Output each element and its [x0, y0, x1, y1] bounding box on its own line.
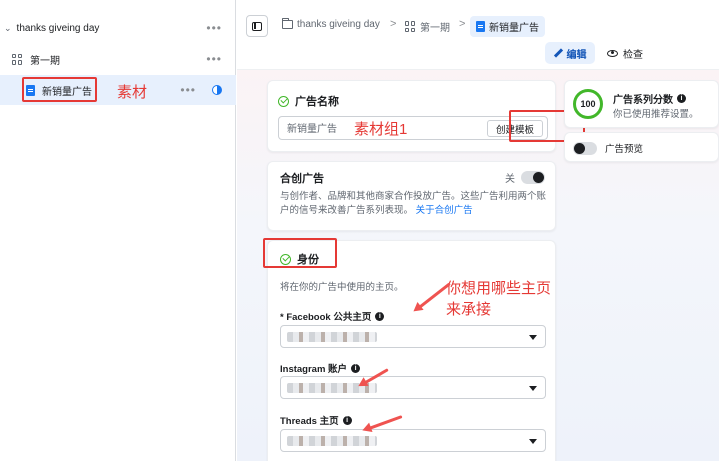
edit-button[interactable]: 编辑 — [545, 42, 595, 64]
sidebar: ⌄ thanks giveing day ••• 第一期 ••• 新销量广告 •… — [0, 0, 236, 461]
info-icon[interactable]: i — [677, 94, 686, 103]
redacted-threads-value — [287, 436, 377, 446]
breadcrumb-item-ad[interactable]: 新销量广告 — [470, 16, 545, 37]
caret-down-icon — [529, 386, 537, 391]
instagram-account-label-text: Instagram 账户 — [280, 364, 348, 375]
collab-description-text: 与创作者、品牌和其他商家合作投放广告。这些广告利用两个账户的信号来改善广告系列表… — [280, 191, 547, 216]
ad-name-title: 广告名称 — [278, 93, 339, 109]
annotation-material-group: 素材组1 — [354, 121, 408, 138]
collab-toggle[interactable]: 关 — [505, 170, 545, 185]
ad-preview-card: 广告预览 — [564, 132, 719, 162]
breadcrumb-separator: > — [459, 18, 466, 30]
check-circle-icon — [278, 95, 289, 107]
eye-icon — [607, 49, 618, 57]
identity-card: 身份 将在你的广告中使用的主页。 你想用哪些主页来承接 * Facebook 公… — [267, 240, 556, 461]
breadcrumb-label: 第一期 — [420, 23, 450, 34]
ad-set-icon — [405, 21, 416, 32]
main-editor: 广告名称 创建模板 素材组1 合创广告 关 与创作者、品牌和其他商家合作投放广告… — [237, 70, 719, 461]
collab-description: 与创作者、品牌和其他商家合作投放广告。这些广告利用两个账户的信号来改善广告系列表… — [280, 190, 548, 218]
more-options-icon[interactable]: ••• — [180, 83, 196, 97]
ad-set-icon — [12, 53, 23, 65]
chevron-down-icon[interactable]: ⌄ — [4, 23, 12, 34]
review-label: 检查 — [623, 49, 643, 61]
sidebar-item-adset[interactable]: 第一期 ••• — [0, 44, 236, 74]
collab-learn-more-link[interactable]: 关于合创广告 — [416, 205, 473, 216]
score-title: 广告系列分数 i — [613, 91, 686, 106]
campaign-score-card: 100 广告系列分数 i 你已使用推荐设置。 — [564, 80, 719, 128]
info-icon[interactable]: i — [342, 415, 352, 425]
caret-down-icon — [529, 439, 537, 444]
collab-switch[interactable] — [521, 171, 545, 184]
annotation-box-ad — [22, 77, 97, 102]
score-title-text: 广告系列分数 — [613, 95, 673, 106]
collab-ads-card: 合创广告 关 与创作者、品牌和其他商家合作投放广告。这些广告利用两个账户的信号来… — [267, 161, 556, 231]
threads-page-label: Threads 主页 i — [280, 413, 352, 427]
breadcrumb-item-campaign[interactable]: thanks giveing day — [282, 18, 380, 30]
top-bar: thanks giveing day > 第一期 > 新销量广告 编辑 检查 — [237, 0, 719, 70]
score-subtitle: 你已使用推荐设置。 — [613, 109, 699, 120]
status-half-circle-icon[interactable] — [212, 85, 222, 95]
breadcrumb-label: thanks giveing day — [297, 19, 380, 30]
ad-name-title-text: 广告名称 — [295, 96, 339, 108]
sidebar-item-label: thanks giveing day — [16, 22, 100, 34]
redacted-page-value — [287, 332, 377, 342]
ad-preview-toggle[interactable]: 广告预览 — [573, 141, 643, 155]
instagram-account-select[interactable] — [280, 376, 546, 399]
folder-icon — [282, 18, 293, 29]
threads-page-label-text: Threads 主页 — [280, 416, 339, 427]
facebook-page-label: * Facebook 公共主页 i — [280, 309, 385, 323]
info-icon[interactable]: i — [375, 311, 385, 321]
caret-down-icon — [529, 335, 537, 340]
breadcrumb-separator: > — [390, 18, 397, 30]
sidebar-item-campaign[interactable]: ⌄ thanks giveing day ••• — [0, 13, 236, 43]
more-options-icon[interactable]: ••• — [206, 21, 222, 35]
ad-preview-switch[interactable] — [573, 141, 597, 155]
threads-page-select[interactable] — [280, 429, 546, 452]
facebook-page-select[interactable] — [280, 325, 546, 348]
sidebar-item-label: 第一期 — [30, 55, 60, 67]
annotation-material: 素材 — [117, 84, 148, 101]
info-icon[interactable]: i — [351, 363, 361, 373]
edit-label: 编辑 — [566, 49, 587, 61]
instagram-account-label: Instagram 账户 i — [280, 361, 361, 375]
annotation-question: 你想用哪些主页来承接 — [446, 280, 552, 318]
collab-title: 合创广告 — [280, 173, 324, 185]
ad-name-field[interactable]: 创建模板 — [278, 116, 548, 140]
score-ring: 100 — [573, 89, 603, 119]
toggle-sidebar-button[interactable] — [246, 15, 268, 37]
pencil-icon — [554, 49, 563, 58]
identity-description: 将在你的广告中使用的主页。 — [280, 282, 404, 293]
ad-preview-label: 广告预览 — [605, 144, 644, 155]
annotation-arrow-threads — [367, 415, 403, 431]
sidebar-panel-icon — [252, 21, 262, 31]
review-button[interactable]: 检查 — [607, 42, 643, 64]
breadcrumb-label: 新销量广告 — [489, 23, 539, 34]
facebook-page-label-text: * Facebook 公共主页 — [280, 312, 372, 323]
more-options-icon[interactable]: ••• — [206, 52, 222, 66]
breadcrumb-item-adset[interactable]: 第一期 — [405, 19, 450, 34]
ad-icon — [476, 21, 485, 32]
annotation-box-identity — [263, 238, 337, 268]
collab-toggle-label: 关 — [505, 174, 515, 185]
